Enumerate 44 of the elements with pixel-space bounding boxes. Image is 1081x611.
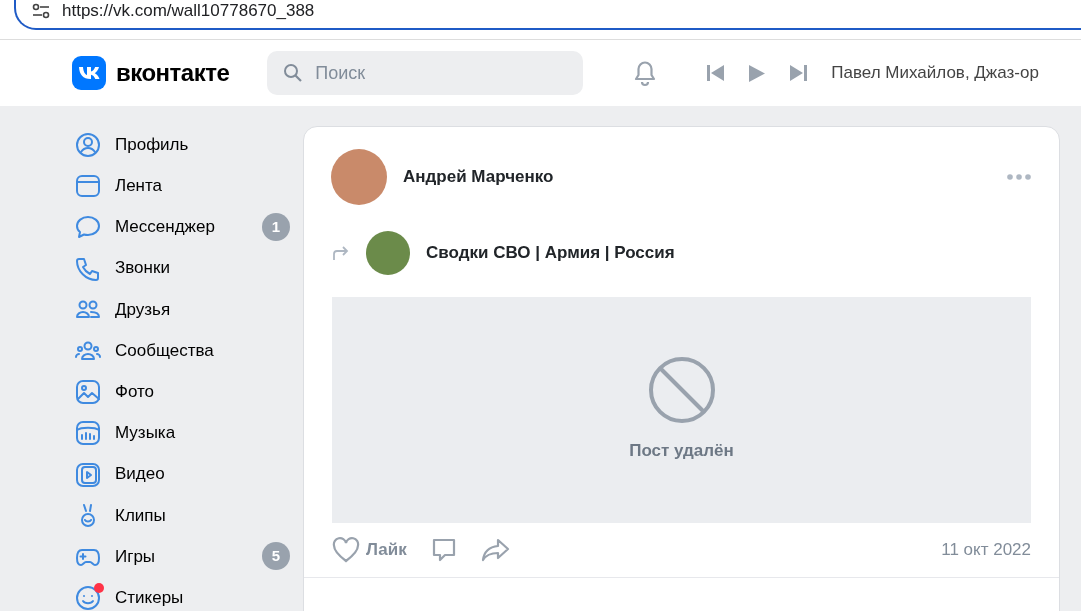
sidebar-item[interactable]: Звонки [75,247,290,289]
search-field[interactable]: Поиск [267,51,584,95]
comment-icon[interactable] [430,537,457,563]
logo-icon[interactable] [72,56,106,90]
author-name[interactable]: Андрей Марченко [403,164,554,190]
play-icon[interactable] [749,64,766,82]
sidebar-item[interactable]: Клипы [75,494,290,536]
video-icon [75,461,101,488]
url-text: https://vk.com/wall10778670_388 [62,0,315,23]
previous-track-icon[interactable] [707,65,726,81]
count-badge: 1 [262,212,290,241]
user-icon [75,132,101,159]
sidebar-item[interactable]: Музыка [75,412,290,454]
sidebar-item[interactable]: Игры 5 [75,535,290,578]
sidebar-item[interactable]: Профиль [75,124,290,166]
share-icon[interactable] [480,537,511,563]
sidebar-item[interactable]: Мессенджер 1 [75,206,290,248]
now-playing-text[interactable]: Павел Михайлов, Джаз-ор [831,60,1039,86]
repost-source-name[interactable]: Сводки СВО | Армия | Россия [426,240,675,266]
sidebar-item[interactable]: Сообщества [75,329,290,372]
group-avatar-photo-placeholder[interactable] [366,231,410,275]
phone-icon [75,255,101,282]
repost-icon [332,245,350,261]
music-icon [75,420,101,447]
window-icon [75,173,101,200]
sidebar-item[interactable]: Друзья [75,288,290,330]
smiley-icon [75,585,101,611]
next-track-icon[interactable] [789,65,808,81]
heart-icon [332,537,360,563]
count-badge: 5 [262,542,290,571]
deleted-message: Пост удалён [629,440,734,463]
sidebar-item[interactable]: Стикеры [75,577,290,611]
sidebar-item[interactable]: Фото [75,371,290,413]
more-icon[interactable] [1007,174,1031,180]
prohibited-icon [647,356,716,425]
sidebar-item[interactable]: Видео [75,453,290,495]
speech-bubble-icon [75,214,101,241]
sidebar-item[interactable]: Лента [75,165,290,207]
site-settings-icon[interactable] [32,3,50,19]
logo-text[interactable]: вконтакте [116,55,230,91]
post-date: 11 окт 2022 [941,539,1031,562]
image-icon [75,379,101,406]
address-bar[interactable]: https://vk.com/wall10778670_388 [14,0,1081,30]
avatar-photo-placeholder[interactable] [331,149,387,205]
